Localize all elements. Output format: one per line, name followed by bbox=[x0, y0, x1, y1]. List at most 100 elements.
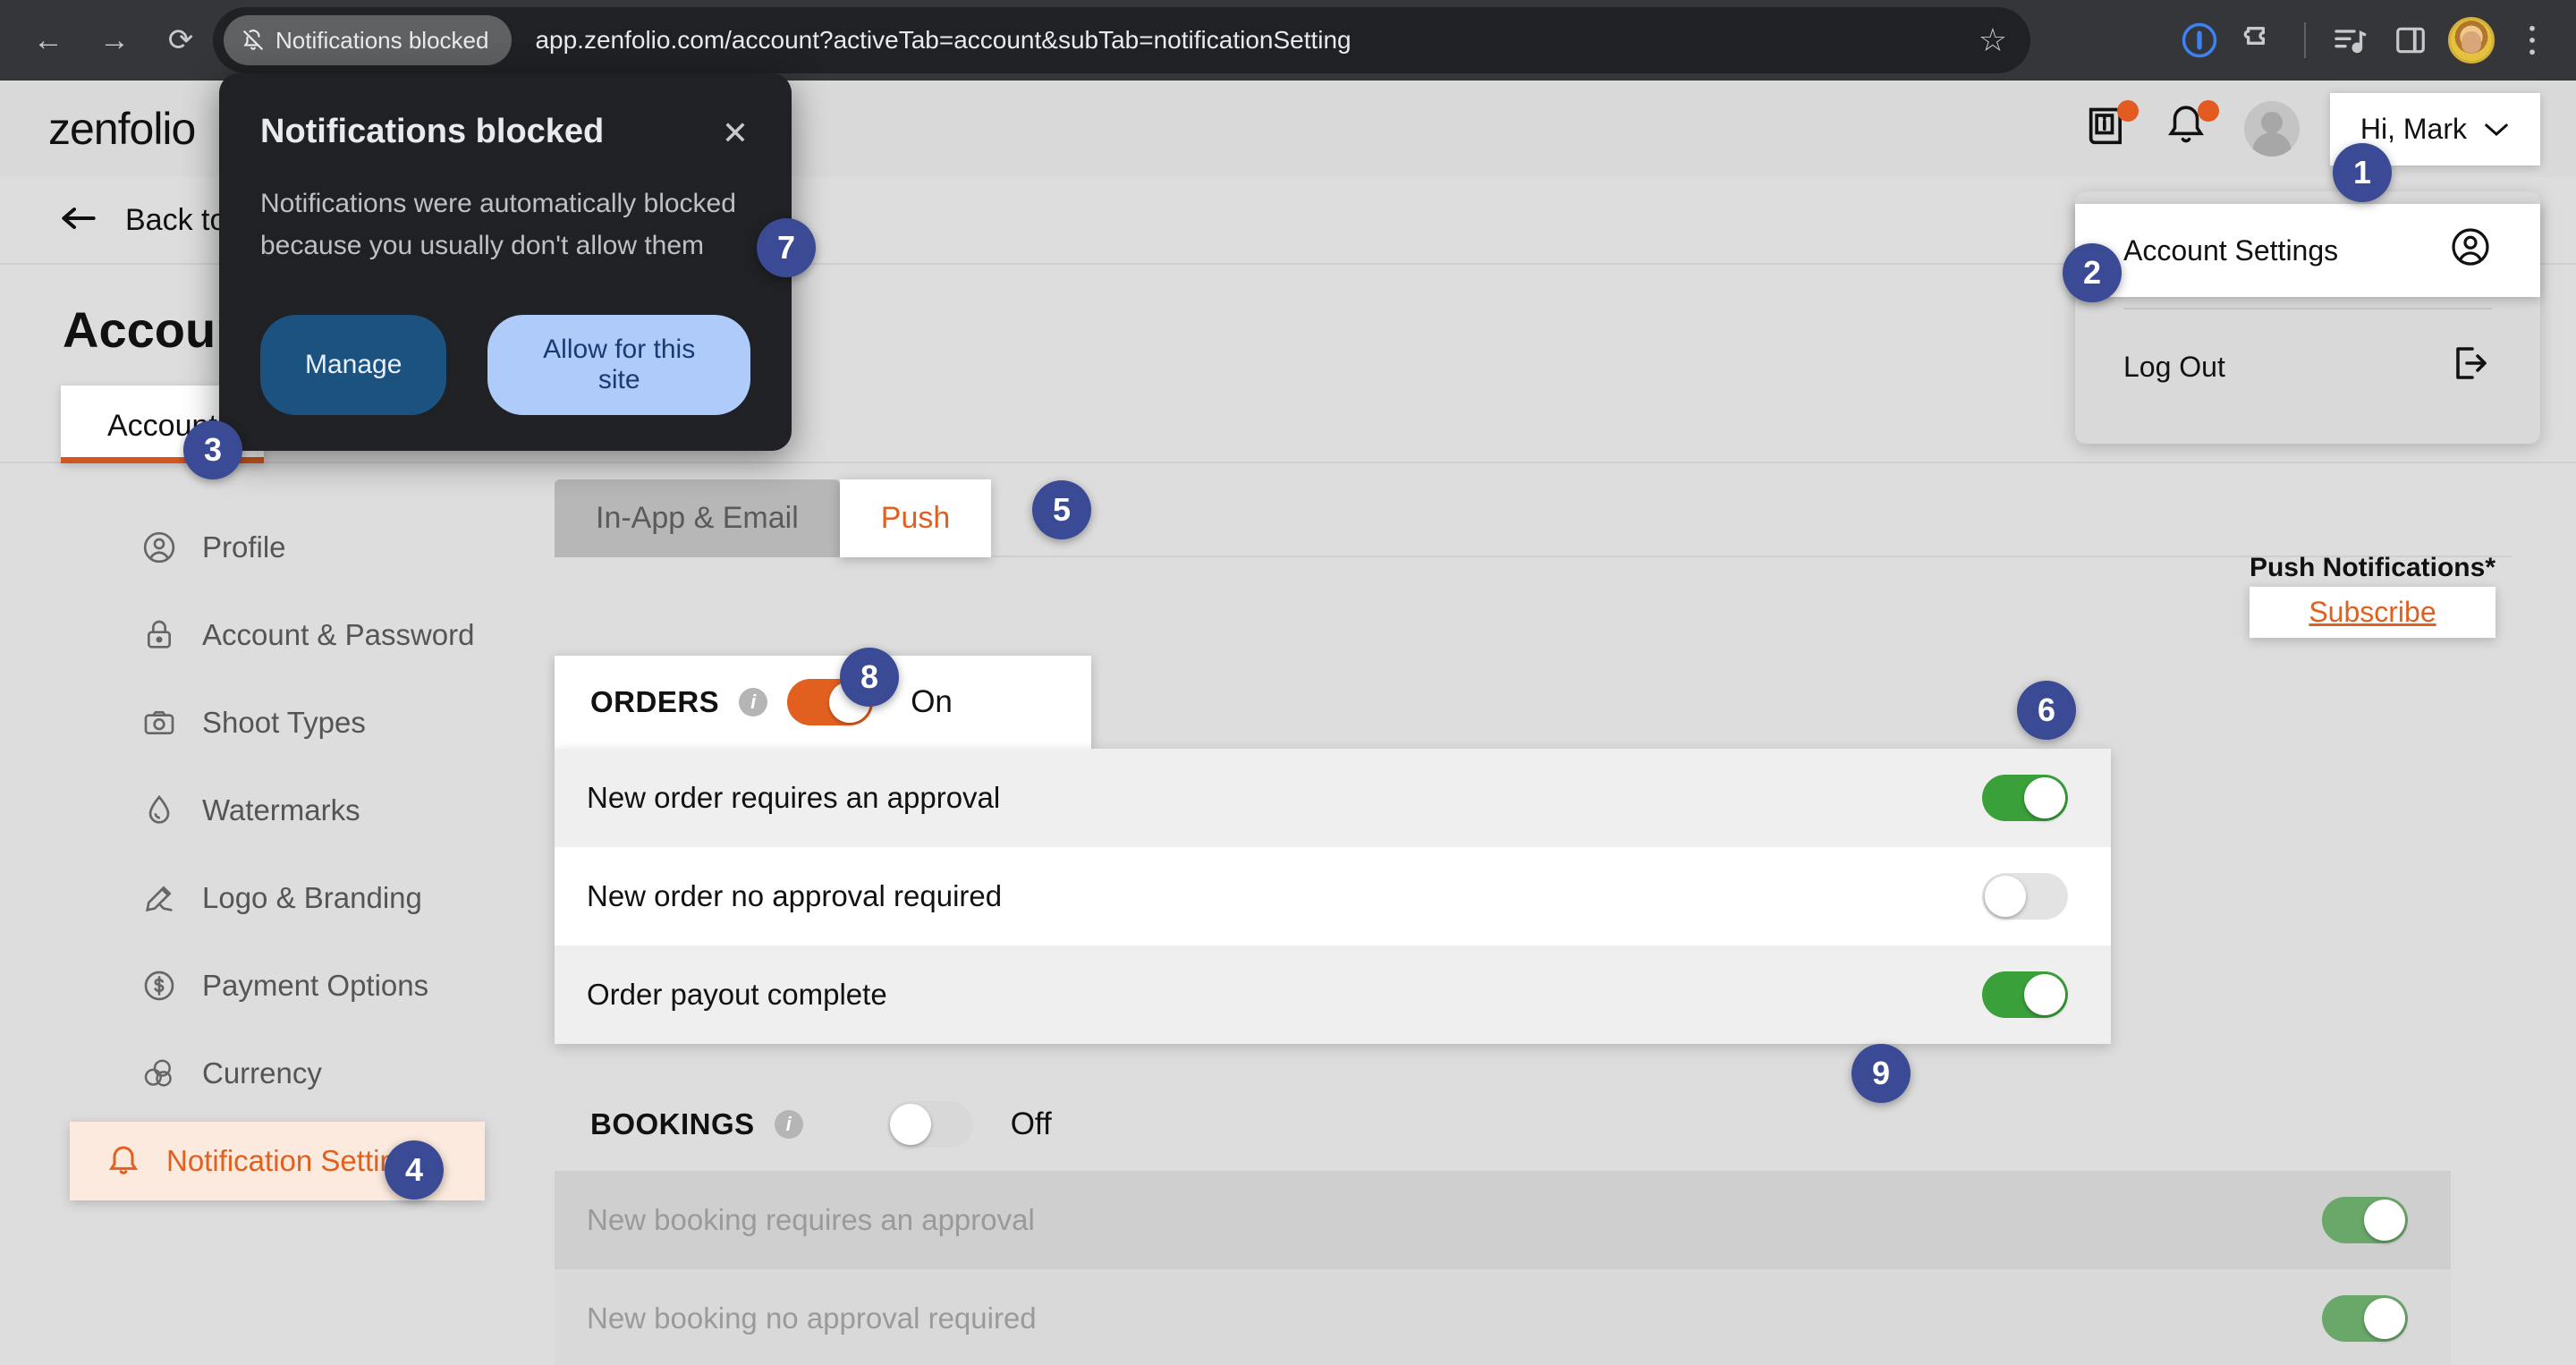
subscribe-link[interactable]: Subscribe bbox=[2309, 596, 2436, 628]
pencil-ruler-icon bbox=[141, 880, 177, 916]
sidebar-item-payment-options[interactable]: Payment Options bbox=[70, 946, 485, 1025]
bookings-rows: New booking requires an approval New boo… bbox=[555, 1171, 2451, 1365]
sidebar-item-watermarks[interactable]: Watermarks bbox=[70, 771, 485, 850]
reload-icon[interactable]: ⟳ bbox=[152, 12, 209, 69]
site-permission-chip[interactable]: Notifications blocked bbox=[224, 15, 513, 65]
tab-in-app-email-label: In-App & Email bbox=[596, 501, 799, 535]
row-label: New order requires an approval bbox=[587, 781, 1001, 814]
bookmark-star-icon[interactable]: ☆ bbox=[1979, 21, 2007, 59]
bell-slash-icon bbox=[242, 28, 265, 53]
book-badge-dot bbox=[2116, 100, 2139, 122]
step-marker-6: 6 bbox=[2017, 681, 2076, 740]
sidebar-item-watermarks-label: Watermarks bbox=[202, 793, 360, 827]
chrome-menu-icon[interactable] bbox=[2504, 13, 2560, 68]
row-toggle[interactable] bbox=[1982, 873, 2068, 920]
row-toggle[interactable] bbox=[1982, 775, 2068, 821]
bookings-group-title: BOOKINGS bbox=[590, 1107, 755, 1140]
step-marker-8: 8 bbox=[840, 648, 899, 707]
settings-sidebar: Profile Account & Password Shoot Types W… bbox=[0, 463, 555, 1365]
table-row[interactable]: New order requires an approval bbox=[555, 749, 2111, 847]
allow-for-this-site-button[interactable]: Allow for this site bbox=[487, 315, 750, 415]
sidebar-item-profile[interactable]: Profile bbox=[70, 508, 485, 587]
bell-icon[interactable] bbox=[2164, 100, 2219, 154]
logout-icon bbox=[2449, 342, 2492, 392]
bell-badge-dot bbox=[2197, 100, 2219, 122]
bookings-group-header: BOOKINGS i Off bbox=[555, 1078, 1091, 1171]
table-row[interactable]: Order payout complete bbox=[555, 945, 2111, 1044]
back-icon[interactable]: ← bbox=[20, 12, 77, 69]
profile-avatar-icon[interactable] bbox=[2444, 13, 2499, 68]
browser-tool-icons bbox=[2172, 0, 2560, 81]
side-panel-icon[interactable] bbox=[2383, 13, 2438, 68]
bell-icon bbox=[106, 1143, 141, 1179]
step-marker-1: 1 bbox=[2333, 143, 2392, 202]
menu-divider bbox=[2123, 308, 2492, 309]
media-playlist-icon[interactable] bbox=[2322, 13, 2377, 68]
sidebar-item-logo-branding[interactable]: Logo & Branding bbox=[70, 859, 485, 937]
book-info-icon[interactable] bbox=[2083, 100, 2139, 154]
sidebar-item-currency[interactable]: Currency bbox=[70, 1034, 485, 1113]
browser-toolbar: ← → ⟳ Notifications blocked app.zenfolio… bbox=[0, 0, 2576, 81]
info-icon[interactable]: i bbox=[739, 688, 768, 716]
forward-icon[interactable]: → bbox=[86, 12, 143, 69]
info-icon[interactable]: i bbox=[774, 1110, 803, 1139]
camera-icon bbox=[141, 705, 177, 741]
user-greeting: Hi, Mark bbox=[2360, 112, 2467, 145]
row-label: Order payout complete bbox=[587, 978, 887, 1011]
url-text: app.zenfolio.com/account?activeTab=accou… bbox=[535, 26, 1352, 54]
step-marker-2: 2 bbox=[2063, 243, 2122, 302]
avatar[interactable] bbox=[2243, 101, 2300, 157]
sidebar-item-shoot-types[interactable]: Shoot Types bbox=[70, 683, 485, 762]
sidebar-item-payment-options-label: Payment Options bbox=[202, 969, 429, 1002]
row-label: New booking requires an approval bbox=[587, 1203, 1035, 1236]
menu-item-log-out[interactable]: Log Out bbox=[2075, 320, 2540, 413]
row-label: New order no approval required bbox=[587, 879, 1003, 912]
body: Profile Account & Password Shoot Types W… bbox=[0, 463, 2576, 1365]
address-bar[interactable]: Notifications blocked app.zenfolio.com/a… bbox=[213, 7, 2030, 73]
coins-icon bbox=[141, 1056, 177, 1091]
manage-button[interactable]: Manage bbox=[260, 315, 447, 415]
lock-icon bbox=[141, 617, 177, 653]
notification-settings-content: In-App & Email Push Push Notifications* … bbox=[555, 463, 2576, 1365]
user-circle-icon bbox=[141, 530, 177, 565]
chevron-down-icon bbox=[2483, 113, 2510, 146]
orders-master-state: On bbox=[911, 684, 953, 719]
extensions-puzzle-icon[interactable] bbox=[2233, 13, 2288, 68]
orders-rows: New order requires an approval New order… bbox=[555, 749, 2111, 1044]
menu-item-account-settings-label: Account Settings bbox=[2123, 233, 2339, 267]
back-arrow-icon bbox=[61, 206, 97, 235]
notifications-blocked-title: Notifications blocked bbox=[260, 113, 605, 150]
browser-nav-buttons: ← → ⟳ bbox=[0, 12, 209, 69]
sidebar-item-account-password[interactable]: Account & Password bbox=[70, 596, 485, 674]
zenfolio-logo[interactable]: zenfolio bbox=[0, 103, 196, 155]
notification-channel-tabs: In-App & Email Push bbox=[555, 479, 2576, 557]
step-marker-9: 9 bbox=[1852, 1044, 1911, 1103]
notifications-blocked-body: Notifications were automatically blocked… bbox=[260, 189, 736, 260]
droplet-icon bbox=[141, 793, 177, 828]
orders-group-header: ORDERS i On bbox=[555, 656, 1091, 749]
tab-in-app-email[interactable]: In-App & Email bbox=[555, 479, 840, 557]
step-marker-5: 5 bbox=[1032, 480, 1091, 539]
row-toggle bbox=[2322, 1295, 2408, 1342]
logo-text: zenfolio bbox=[48, 104, 196, 154]
sidebar-item-account-password-label: Account & Password bbox=[202, 618, 475, 651]
push-notifications-panel: Push Notifications* Subscribe bbox=[2249, 553, 2496, 638]
row-toggle bbox=[2322, 1197, 2408, 1243]
orders-group-title: ORDERS bbox=[590, 685, 720, 718]
app-header-right: Hi, Mark bbox=[2083, 81, 2540, 177]
close-icon[interactable]: ✕ bbox=[722, 114, 749, 152]
notifications-blocked-popup: Notifications blocked ✕ Notifications we… bbox=[219, 73, 792, 451]
tab-push[interactable]: Push bbox=[839, 479, 992, 557]
bookings-master-state: Off bbox=[1010, 1106, 1052, 1141]
menu-item-account-settings[interactable]: Account Settings bbox=[2075, 204, 2540, 297]
notifications-blocked-actions: Manage Allow for this site bbox=[260, 315, 750, 415]
table-row: New booking no approval required bbox=[555, 1269, 2451, 1365]
bookings-master-toggle[interactable] bbox=[886, 1101, 973, 1148]
table-row[interactable]: New order no approval required bbox=[555, 847, 2111, 945]
toolbar-divider bbox=[2304, 22, 2306, 58]
push-notifications-label: Push Notifications* bbox=[2249, 553, 2496, 582]
row-toggle[interactable] bbox=[1982, 971, 2068, 1018]
user-circle-icon bbox=[2449, 225, 2492, 276]
onepassword-icon[interactable] bbox=[2172, 13, 2227, 68]
sidebar-item-profile-label: Profile bbox=[202, 530, 286, 564]
